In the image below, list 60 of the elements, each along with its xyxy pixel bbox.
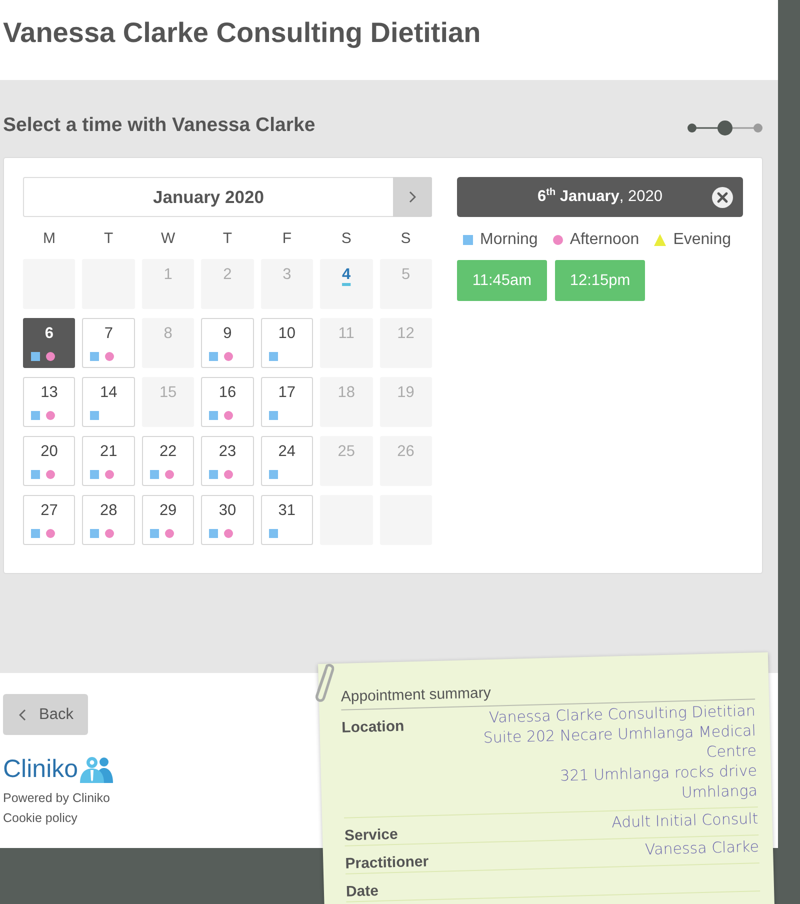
close-icon[interactable] xyxy=(712,186,733,208)
calendar-day[interactable]: 28 xyxy=(82,495,135,545)
month-label: January 2020 xyxy=(153,186,264,208)
calendar-day[interactable]: 21 xyxy=(82,436,135,486)
summary-label: Practitioner xyxy=(344,852,429,874)
calendar-day[interactable]: 13 xyxy=(23,377,76,427)
summary-value: Adult Initial Consult xyxy=(611,808,758,832)
summary-label: Date xyxy=(346,882,379,902)
calendar-day: 11 xyxy=(320,318,373,368)
page-title: Vanessa Clarke Consulting Dietitian xyxy=(3,16,481,50)
people-icon xyxy=(79,756,114,783)
summary-value: Vanessa Clarke xyxy=(644,836,760,860)
calendar-day[interactable]: 14 xyxy=(82,377,135,427)
calendar-day: 18 xyxy=(320,377,373,427)
calendar-day: 26 xyxy=(380,436,432,486)
chevron-left-icon xyxy=(19,708,26,720)
calendar-day[interactable]: 20 xyxy=(23,436,76,486)
calendar-day: 8 xyxy=(142,318,194,368)
calendar-day[interactable]: 17 xyxy=(260,377,314,427)
weekday-label: W xyxy=(160,229,176,249)
calendar-day[interactable]: 6 xyxy=(23,318,76,368)
summary-label: Location xyxy=(341,716,404,738)
calendar-day[interactable]: 10 xyxy=(260,318,314,368)
calendar-day[interactable]: 31 xyxy=(260,495,314,545)
legend-label: Morning xyxy=(480,230,538,250)
calendar-day[interactable]: 22 xyxy=(142,436,194,486)
calendar-day: 2 xyxy=(201,259,254,309)
calendar-day[interactable]: 29 xyxy=(142,495,194,545)
section-heading: Select a time with Vanessa Clarke xyxy=(3,113,316,137)
selected-date: 6$^{th}$ January, 2020 xyxy=(538,188,662,206)
weekday-label: S xyxy=(400,229,411,249)
calendar-day[interactable]: 27 xyxy=(23,495,76,545)
summary-label: Service xyxy=(344,824,398,846)
chevron-right-icon xyxy=(409,191,416,203)
calendar-day: 5 xyxy=(380,259,432,309)
weekday-label: T xyxy=(104,229,114,249)
calendar-day: 25 xyxy=(320,436,373,486)
logo-text: Cliniko xyxy=(3,755,78,783)
calendar-day[interactable]: 30 xyxy=(201,495,254,545)
calendar-day[interactable]: 9 xyxy=(201,318,254,368)
legend-label: Evening xyxy=(673,230,732,250)
calendar-day: 12 xyxy=(380,318,432,368)
weekday-label: F xyxy=(282,229,292,249)
weekday-label: S xyxy=(341,229,352,249)
calendar-day: 3 xyxy=(260,259,314,309)
calendar-day[interactable]: 16 xyxy=(201,377,254,427)
calendar-day[interactable]: 23 xyxy=(201,436,254,486)
back-button[interactable]: Back xyxy=(3,694,88,735)
calendar-day: 4 xyxy=(320,259,373,309)
calendar-day[interactable]: 24 xyxy=(260,436,314,486)
calendar-day[interactable]: 7 xyxy=(82,318,135,368)
weekday-label: M xyxy=(42,229,56,249)
calendar-day: 15 xyxy=(142,377,194,427)
cookie-policy-link[interactable]: Cookie policy xyxy=(3,808,78,828)
legend-label: Afternoon xyxy=(570,230,640,250)
calendar-day: 1 xyxy=(142,259,194,309)
summary-value: Suite 202 Necare Umhlanga Medical Centre xyxy=(482,722,757,763)
calendar-day: 19 xyxy=(380,377,432,427)
powered-by-link[interactable]: Powered by Cliniko xyxy=(3,788,110,808)
weekday-label: T xyxy=(222,229,232,249)
